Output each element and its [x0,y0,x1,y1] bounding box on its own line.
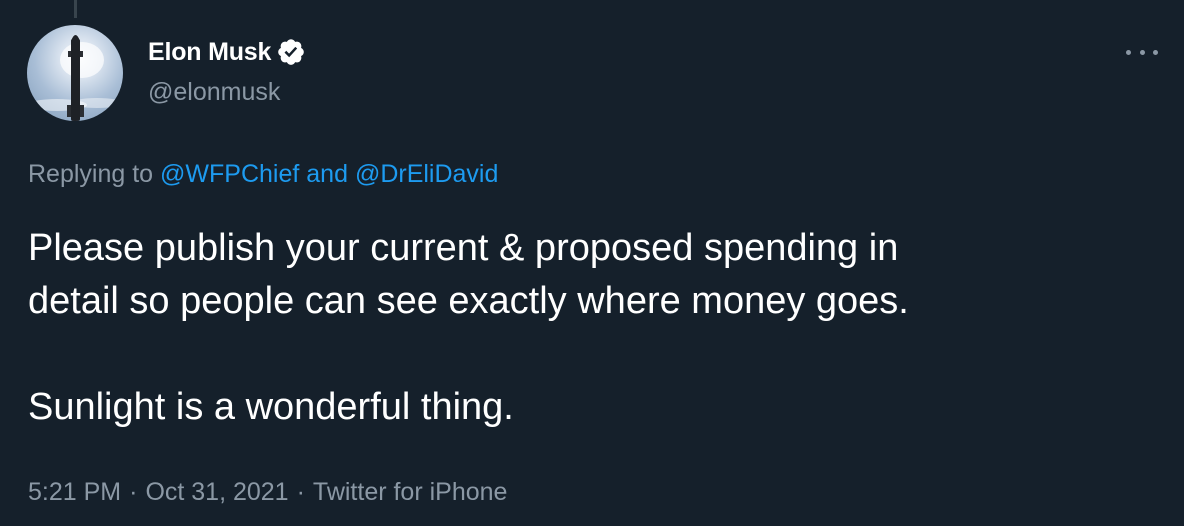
avatar-image [27,35,123,121]
tweet-card: Elon Musk @elonmusk Replying to @WFPChie… [0,0,1184,526]
tweet-metadata: 5:21 PM · Oct 31, 2021 · Twitter for iPhone [28,478,507,507]
tweet-text-line: Sunlight is a wonderful thing. [28,386,514,428]
reply-mention-wfpchief[interactable]: @WFPChief [160,160,299,188]
thread-connector-line [74,0,77,18]
tweet-source[interactable]: Twitter for iPhone [313,478,508,506]
meta-separator: · [296,478,305,506]
avatar[interactable] [27,25,123,121]
more-options-icon[interactable] [1124,40,1160,64]
reply-mention-drelidavid[interactable]: @DrEliDavid [355,160,498,188]
tweet-text-line: Please publish your current & proposed s… [28,227,899,269]
author-display-name[interactable]: Elon Musk [148,38,271,67]
replying-to-prefix: Replying to [28,160,161,188]
more-dot [1139,49,1145,55]
more-dot [1126,49,1131,55]
more-dot [1153,49,1158,55]
reply-conjunction: and [299,160,355,188]
verified-badge-icon [278,39,305,65]
meta-separator: · [129,478,138,506]
author-name-row: Elon Musk [148,36,306,68]
tweet-time[interactable]: 5:21 PM [28,478,121,506]
tweet-text-line: detail so people can see exactly where m… [28,280,909,322]
author-handle[interactable]: @elonmusk [148,78,280,107]
tweet-text: Please publish your current & proposed s… [28,222,1158,434]
replying-to-line: Replying to @WFPChief and @DrEliDavid [28,160,498,189]
tweet-date[interactable]: Oct 31, 2021 [145,478,288,506]
